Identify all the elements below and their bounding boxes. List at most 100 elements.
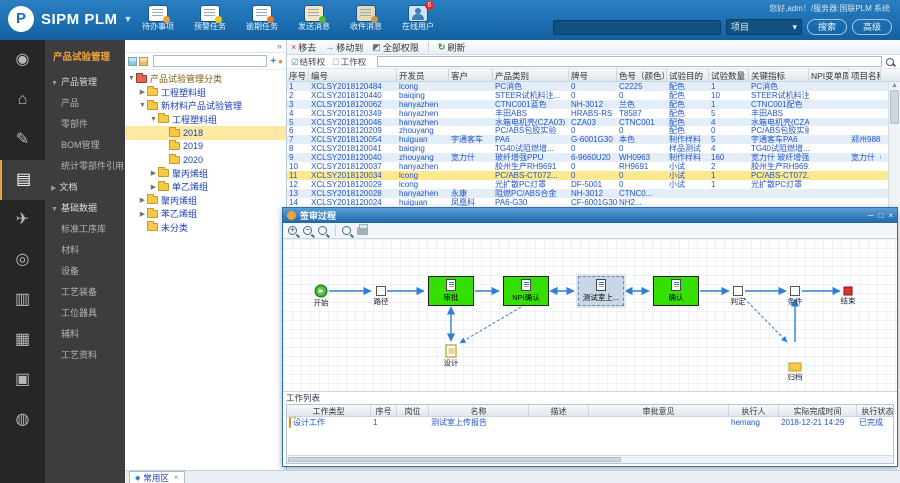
table-row[interactable]: 6 XCLSY2018120209 zhouyang PC/ABS包胶实验 0 0 配色 0 P… <box>287 126 900 136</box>
toolbar-item-overdue[interactable]: 逾期任务 <box>236 4 288 32</box>
pan-icon[interactable] <box>342 226 351 235</box>
column-header[interactable]: 产品类别 <box>493 69 569 81</box>
filter-checkbox[interactable]: ☑结转权 <box>291 57 325 67</box>
toolbar-item-todo[interactable]: 待办事项 <box>132 4 184 32</box>
table-row[interactable]: 2 XCLSY2018120440 baiqing STEER试机料注... 0 0 配色 1… <box>287 91 900 100</box>
table-row[interactable]: 1 XCLSY2018120484 lcong PC消色 0 C2225 配色 1 PC消色 <box>287 82 900 91</box>
table-row[interactable]: 12 XCLSY2018120029 lcong 光扩散PC灯罩 DF-5001 0 小试 1… <box>287 180 900 189</box>
horizontal-scrollbar[interactable] <box>287 455 893 463</box>
table-row[interactable]: 10 XCLSY2018120037 hanyazhen 胶州生产RH9691 0 RH9… <box>287 162 900 171</box>
work-list-column-header[interactable]: 序号 <box>371 405 397 416</box>
menu-item[interactable]: 零部件 <box>45 113 125 134</box>
tree-settings-icon[interactable] <box>139 56 148 66</box>
menu-group-1[interactable]: ▶ 文档 <box>45 176 125 197</box>
tree-node[interactable]: ▼ 新材料产品试验管理 <box>125 99 286 113</box>
work-list-column-header[interactable]: 审批意见 <box>589 405 729 416</box>
scroll-up-icon[interactable]: ▲ <box>889 82 900 89</box>
work-list-column-header[interactable]: 描述 <box>529 405 589 416</box>
column-header[interactable]: 试验目的 <box>667 69 709 81</box>
tree-node[interactable]: 2019 <box>125 140 286 154</box>
help-icon[interactable]: ◍ <box>0 400 45 440</box>
column-header[interactable]: NPI变单周期 <box>809 69 849 81</box>
tree-add-icon[interactable]: + <box>270 56 276 67</box>
workflow-end-icon[interactable]: 结束 <box>841 286 856 306</box>
workflow-task-task-npi[interactable]: NPI确认 <box>503 276 549 306</box>
menu-item[interactable]: 产品 <box>45 92 125 113</box>
toolbar-item-inbox[interactable]: 收件消息 <box>340 4 392 32</box>
schedule-icon[interactable]: ▦ <box>0 320 45 360</box>
search-button[interactable]: 搜索 <box>806 19 847 35</box>
tree-node[interactable]: ▼ 工程塑料组 <box>125 113 286 127</box>
workflow-task-task-confirm[interactable]: 确认 <box>653 276 699 306</box>
close-icon[interactable]: × <box>888 211 893 220</box>
work-list-column-header[interactable]: 执行人 <box>729 405 779 416</box>
scrollbar-thumb[interactable] <box>288 457 622 462</box>
tree-node[interactable]: ▶ 聚丙烯组 <box>125 167 286 181</box>
workflow-gate-node[interactable]: 条件 <box>788 286 803 306</box>
tree-mark-icon[interactable]: ● <box>278 57 283 66</box>
library-icon[interactable]: ▥ <box>0 280 45 320</box>
apps-icon[interactable]: ◉ <box>0 40 45 80</box>
workflow-gate-node[interactable]: 路径 <box>374 286 389 306</box>
work-list-column-header[interactable]: 岗位 <box>397 405 429 416</box>
column-header[interactable]: 客户 <box>449 69 493 81</box>
work-list-column-header[interactable]: 实际完成时间 <box>779 405 857 416</box>
toolbar-item-users[interactable]: 6 在线用户 <box>392 1 444 32</box>
tree-node[interactable]: ▶ 单乙烯组 <box>125 180 286 194</box>
table-row[interactable]: 7 XCLSY2018120054 huiguan 宇通客车 PA6 G-6001G30 本… <box>287 135 900 145</box>
close-icon[interactable]: × <box>174 473 179 482</box>
menu-item[interactable]: 工艺资料 <box>45 344 125 365</box>
menu-item[interactable]: BOM管理 <box>45 134 125 155</box>
grid-quick-filter-input[interactable] <box>377 56 882 67</box>
vertical-scrollbar[interactable]: ▲ <box>888 82 900 207</box>
zoom-in-icon[interactable]: + <box>288 226 297 235</box>
grid-toolbar-permissions-button[interactable]: ◩ 全部权限 <box>372 41 419 54</box>
column-header[interactable]: 编号 <box>309 69 397 81</box>
media-icon[interactable]: ▣ <box>0 360 45 400</box>
filter-checkbox[interactable]: ☐工作权 <box>332 57 366 67</box>
tree-arrow-icon[interactable]: ▼ <box>127 75 136 82</box>
workflow-start-icon[interactable]: 开始 <box>314 284 329 308</box>
tree-arrow-icon[interactable]: ▶ <box>138 196 147 204</box>
zoom-reset-icon[interactable] <box>318 226 327 235</box>
send-icon[interactable]: ✈ <box>0 200 45 240</box>
column-header[interactable]: 序号 <box>287 69 309 81</box>
column-header[interactable]: 色号（颜色） <box>617 69 667 81</box>
menu-group-0[interactable]: ▼ 产品管理 <box>45 71 125 92</box>
table-row[interactable]: 11 XCLSY2018120034 lcong PC/ABS-CT072... 0 0 小… <box>287 170 900 180</box>
app-logo[interactable]: P SIPM PLM ▼ <box>8 6 132 32</box>
maximize-icon[interactable]: □ <box>878 211 883 220</box>
home-icon[interactable]: ⌂ <box>0 80 45 120</box>
menu-item[interactable]: 工艺装备 <box>45 281 125 302</box>
grid-toolbar-remove-button[interactable]: × 移去 <box>291 41 316 54</box>
popup-title-bar[interactable]: 签审过程 ─ □ × <box>283 208 897 223</box>
workflow-gate-node[interactable]: 判定 <box>731 286 746 306</box>
print-icon[interactable] <box>357 223 368 235</box>
workflow-doc-archive-icon[interactable]: 归档 <box>788 362 803 382</box>
tree-arrow-icon[interactable]: ▼ <box>138 102 147 109</box>
toolbar-item-alert[interactable]: 预警任务 <box>184 4 236 32</box>
search-input[interactable] <box>552 19 721 35</box>
work-list-column-header[interactable]: 名称 <box>429 405 529 416</box>
column-header[interactable]: 牌号 <box>569 69 617 81</box>
work-list-column-header[interactable]: 执行状态 <box>857 405 894 416</box>
table-row[interactable]: 4 XCLSY2018120349 hanyazhen 丰田ABS HRABS-RS T8… <box>287 109 900 118</box>
tree-filter-input[interactable] <box>153 55 268 67</box>
grid-toolbar-move-button[interactable]: → 移动到 <box>325 41 363 54</box>
menu-item[interactable]: 设备 <box>45 260 125 281</box>
menu-item[interactable]: 标准工序库 <box>45 218 125 239</box>
minimize-icon[interactable]: ─ <box>868 211 874 220</box>
toolbar-item-sendmsg[interactable]: 发送消息 <box>288 4 340 32</box>
search-icon[interactable] <box>886 57 894 66</box>
tree-arrow-icon[interactable]: ▶ <box>149 183 158 191</box>
work-list-row[interactable]: 设计工作 1 测试室上传报告 hemang 2018-12-21 14:29 已完成 <box>287 417 893 428</box>
support-icon[interactable]: ◎ <box>0 240 45 280</box>
workflow-doc-design-icon[interactable]: 设计 <box>444 344 459 368</box>
tree-node[interactable]: ▼ 产品试验管理分类 <box>125 72 286 86</box>
menu-item[interactable]: 材料 <box>45 239 125 260</box>
column-header[interactable]: 项目名称 <box>849 69 881 81</box>
column-header[interactable]: 开发员 <box>397 69 449 81</box>
workflow-task-task-upload[interactable]: 测试室上... <box>578 276 624 306</box>
menu-item[interactable]: 统计零部件引用次数 <box>45 155 125 176</box>
grid-toolbar-refresh-button[interactable]: ↻ 刷新 <box>438 41 466 54</box>
